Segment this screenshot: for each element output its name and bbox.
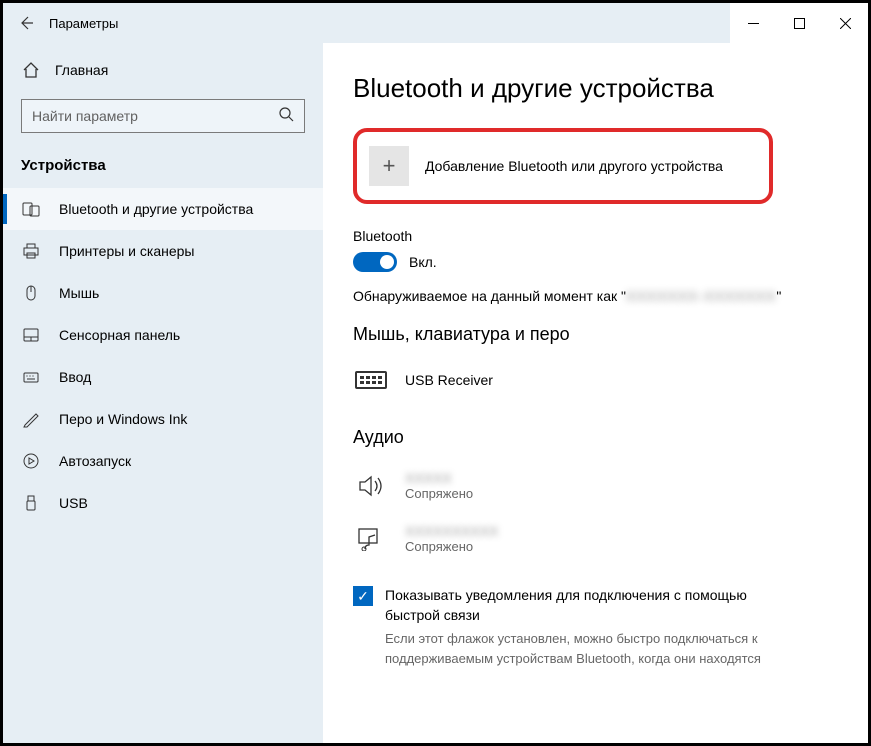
device-name: XXXXX xyxy=(405,470,473,486)
device-status: Сопряжено xyxy=(405,486,473,501)
quick-pair-label: Показывать уведомления для подключения с… xyxy=(385,586,785,625)
search-input[interactable] xyxy=(32,108,255,124)
keyboard-icon xyxy=(21,368,41,386)
sidebar-item-mouse[interactable]: Мышь xyxy=(3,272,323,314)
quick-pair-description: Если этот флажок установлен, можно быстр… xyxy=(385,629,805,668)
discoverable-name: XXXXXXX-XXXXXXX xyxy=(626,288,776,304)
usb-icon xyxy=(21,494,41,512)
add-device-highlight: + Добавление Bluetooth или другого устро… xyxy=(353,128,773,204)
home-icon xyxy=(21,61,41,79)
printer-icon xyxy=(21,242,41,260)
maximize-button[interactable] xyxy=(776,3,822,43)
sidebar-item-label: Bluetooth и другие устройства xyxy=(59,201,253,217)
minimize-icon xyxy=(748,18,759,29)
bluetooth-toggle-label: Вкл. xyxy=(409,254,437,270)
main-content: Bluetooth и другие устройства + Добавлен… xyxy=(323,43,868,743)
audio-heading: Аудио xyxy=(353,427,838,448)
titlebar: Параметры xyxy=(3,3,868,43)
sidebar-item-usb[interactable]: USB xyxy=(3,482,323,524)
device-row[interactable]: USB Receiver xyxy=(353,359,838,407)
discoverable-prefix: Обнаруживаемое на данный момент как " xyxy=(353,288,626,304)
device-name: USB Receiver xyxy=(405,372,493,388)
bluetooth-section-label: Bluetooth xyxy=(353,228,838,244)
plus-icon: + xyxy=(369,146,409,186)
window-title: Параметры xyxy=(49,16,118,31)
sidebar-item-typing[interactable]: Ввод xyxy=(3,356,323,398)
sidebar-item-touchpad[interactable]: Сенсорная панель xyxy=(3,314,323,356)
sidebar-item-pen[interactable]: Перо и Windows Ink xyxy=(3,398,323,440)
media-device-icon xyxy=(353,526,389,552)
device-row[interactable]: XXXXXXXXXX Сопряжено xyxy=(353,515,838,568)
sidebar-nav: Bluetooth и другие устройства Принтеры и… xyxy=(3,188,323,524)
minimize-button[interactable] xyxy=(730,3,776,43)
sidebar-item-bluetooth[interactable]: Bluetooth и другие устройства xyxy=(3,188,323,230)
device-status: Сопряжено xyxy=(405,539,498,554)
sidebar-category: Устройства xyxy=(3,147,323,188)
add-device-label: Добавление Bluetooth или другого устройс… xyxy=(425,158,723,174)
search-box[interactable] xyxy=(21,99,305,133)
search-icon xyxy=(279,107,294,126)
quick-pair-checkbox[interactable]: ✓ xyxy=(353,586,373,606)
home-link[interactable]: Главная xyxy=(3,51,323,89)
discoverable-text: Обнаруживаемое на данный момент как "XXX… xyxy=(353,288,838,304)
sidebar-item-label: Сенсорная панель xyxy=(59,327,180,343)
pen-icon xyxy=(21,410,41,428)
sidebar-item-label: Ввод xyxy=(59,369,91,385)
bluetooth-toggle[interactable] xyxy=(353,252,397,272)
close-button[interactable] xyxy=(822,3,868,43)
mouse-icon xyxy=(21,284,41,302)
page-title: Bluetooth и другие устройства xyxy=(353,73,838,104)
sidebar-item-label: Принтеры и сканеры xyxy=(59,243,194,259)
device-row[interactable]: XXXXX Сопряжено xyxy=(353,462,838,515)
sidebar-item-printers[interactable]: Принтеры и сканеры xyxy=(3,230,323,272)
arrow-left-icon xyxy=(18,15,34,31)
bluetooth-devices-icon xyxy=(21,200,41,218)
sidebar-item-label: USB xyxy=(59,495,88,511)
window-controls xyxy=(730,3,868,43)
maximize-icon xyxy=(794,18,805,29)
sidebar: Главная Устройства Bluetooth и другие ус… xyxy=(3,43,323,743)
discoverable-suffix: " xyxy=(776,288,781,304)
sidebar-item-autoplay[interactable]: Автозапуск xyxy=(3,440,323,482)
device-name: XXXXXXXXXX xyxy=(405,523,498,539)
sidebar-item-label: Автозапуск xyxy=(59,453,131,469)
autoplay-icon xyxy=(21,452,41,470)
back-button[interactable] xyxy=(3,3,49,43)
home-label: Главная xyxy=(55,62,108,78)
sidebar-item-label: Мышь xyxy=(59,285,99,301)
add-device-button[interactable]: + Добавление Bluetooth или другого устро… xyxy=(367,142,759,190)
touchpad-icon xyxy=(21,326,41,344)
close-icon xyxy=(840,18,851,29)
speaker-icon xyxy=(353,473,389,499)
keyboard-device-icon xyxy=(353,367,389,393)
sidebar-item-label: Перо и Windows Ink xyxy=(59,411,187,427)
mouse-kb-heading: Мышь, клавиатура и перо xyxy=(353,324,838,345)
